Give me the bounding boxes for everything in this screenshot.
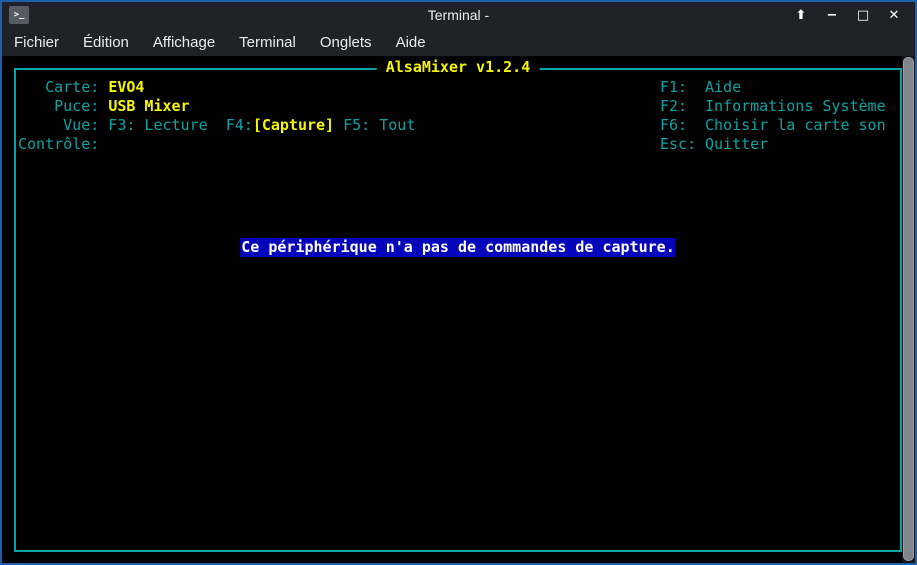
menubar: Fichier Édition Affichage Terminal Ongle… bbox=[2, 28, 915, 56]
shortcut-esc-key: Esc: bbox=[660, 135, 697, 153]
shortcut-f2-label: Informations Système bbox=[705, 97, 886, 115]
shortcut-f6: F6: Choisir la carte son bbox=[660, 116, 886, 135]
menu-item-onglets[interactable]: Onglets bbox=[308, 30, 384, 55]
shortcut-f1: F1: Aide bbox=[660, 78, 741, 97]
window-title: Terminal - bbox=[427, 7, 490, 23]
window-controls: ⬆ − □ ✕ bbox=[790, 5, 915, 25]
view-suffix: F5: Tout bbox=[334, 116, 416, 134]
view-active-capture: [Capture] bbox=[252, 116, 335, 134]
chip-label: Puce: bbox=[18, 97, 109, 115]
shortcut-f2-key: F2: bbox=[660, 97, 688, 115]
menu-item-terminal[interactable]: Terminal bbox=[227, 30, 308, 55]
terminal-icon[interactable]: >_ bbox=[9, 6, 29, 24]
capture-message: Ce périphérique n'a pas de commandes de … bbox=[240, 238, 676, 257]
card-label: Carte: bbox=[18, 78, 109, 96]
view-field: Vue: F3: Lecture F4:[Capture] F5: Tout bbox=[18, 116, 415, 135]
menu-item-fichier[interactable]: Fichier bbox=[2, 30, 71, 55]
scrollbar[interactable] bbox=[902, 56, 915, 563]
shortcut-f1-label: Aide bbox=[705, 78, 742, 96]
card-field: Carte: EVO4 bbox=[18, 78, 144, 97]
shortcut-f6-key: F6: bbox=[660, 116, 688, 134]
maximize-button[interactable]: □ bbox=[852, 5, 874, 25]
minimize-button[interactable]: − bbox=[821, 5, 843, 25]
view-prefix: Vue: F3: Lecture F4: bbox=[18, 116, 253, 134]
control-field: Contrôle: bbox=[18, 135, 99, 154]
scrollbar-thumb[interactable] bbox=[903, 57, 914, 561]
rollup-button[interactable]: ⬆ bbox=[790, 5, 812, 25]
titlebar: >_ Terminal - ⬆ − □ ✕ bbox=[2, 2, 915, 28]
control-label: Contrôle: bbox=[18, 135, 100, 153]
alsamixer-box bbox=[14, 68, 902, 552]
shortcut-esc-label: Quitter bbox=[705, 135, 769, 153]
shortcut-f1-key: F1: bbox=[660, 78, 688, 96]
chip-field: Puce: USB Mixer bbox=[18, 97, 190, 116]
shortcut-f6-label: Choisir la carte son bbox=[705, 116, 886, 134]
shortcut-f2: F2: Informations Système bbox=[660, 97, 886, 116]
terminal-window: >_ Terminal - ⬆ − □ ✕ Fichier Édition Af… bbox=[0, 0, 917, 565]
chip-value: USB Mixer bbox=[108, 97, 190, 115]
menu-item-aide[interactable]: Aide bbox=[384, 30, 438, 55]
shortcut-esc: Esc: Quitter bbox=[660, 135, 768, 154]
card-value: EVO4 bbox=[108, 78, 145, 96]
alsamixer-title: AlsaMixer v1.2.4 bbox=[376, 58, 540, 77]
menu-item-affichage[interactable]: Affichage bbox=[141, 30, 227, 55]
close-button[interactable]: ✕ bbox=[883, 5, 905, 25]
terminal-viewport[interactable]: AlsaMixer v1.2.4 Carte: EVO4 Puce: USB M… bbox=[2, 56, 915, 563]
menu-item-edition[interactable]: Édition bbox=[71, 30, 141, 55]
